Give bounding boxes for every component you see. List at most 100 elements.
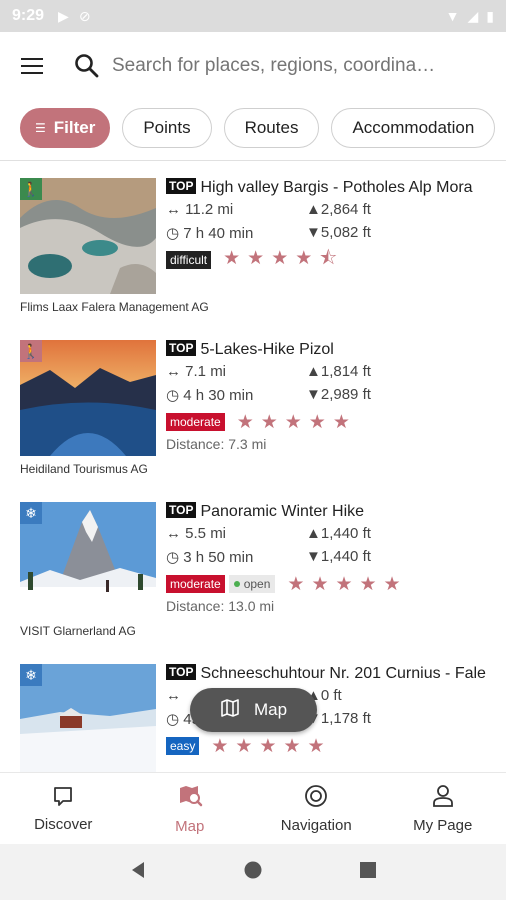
status-time: 9:29 <box>12 7 45 24</box>
home-icon[interactable] <box>243 860 263 885</box>
clock-icon: ◷ <box>166 225 184 242</box>
menu-button[interactable] <box>12 46 52 86</box>
rating-stars: ★★★★★ <box>236 411 357 433</box>
recents-icon[interactable] <box>358 860 378 885</box>
play-icon: ▶ <box>58 7 69 24</box>
open-status-text: open <box>243 577 271 591</box>
chip-routes-label: Routes <box>244 118 299 137</box>
tour-ascent: 1,814 ft <box>320 363 371 380</box>
tour-title-text: Panoramic Winter Hike <box>200 503 365 520</box>
tour-title[interactable]: TOP Panoramic Winter Hike <box>166 502 496 522</box>
nav-map[interactable]: Map <box>127 773 254 844</box>
difficulty-badge: moderate <box>166 575 225 593</box>
organization: Flims Laax Falera Management AG <box>20 300 209 314</box>
difficulty-badge: difficult <box>166 251 212 269</box>
nav-discover-label: Discover <box>34 815 93 833</box>
tour-descent: 5,082 ft <box>320 224 371 241</box>
tour-title[interactable]: TOP 5-Lakes-Hike Pizol <box>166 340 496 360</box>
rating-stars: ★★★★★ <box>287 573 408 595</box>
tour-image: 🚶 <box>20 340 156 456</box>
ascent-icon: ▲ <box>306 525 321 542</box>
map-icon <box>220 698 240 723</box>
tour-title[interactable]: TOP High valley Bargis - Potholes Alp Mor… <box>166 178 496 198</box>
search-bar <box>0 32 506 100</box>
map-button-label: Map <box>253 700 288 719</box>
status-bar: 9:29 ▶ ⊘ ▼ ◢ ▮ <box>0 0 506 32</box>
tour-duration: 4 h 30 min <box>183 387 254 404</box>
tour-title[interactable]: TOP Schneeschuhtour Nr. 201 Curnius - Fal… <box>166 664 496 684</box>
stats-row: ◷ 7 h 40 min ▼5,082 ft <box>166 224 496 247</box>
chip-accommodation[interactable]: Accommodation <box>331 108 496 148</box>
nav-navigation[interactable]: Navigation <box>253 773 380 844</box>
tour-descent: 1,440 ft <box>320 548 371 565</box>
stats-row: ↔ 7.1 mi ▲1,814 ft <box>166 363 496 386</box>
person-icon <box>432 784 454 812</box>
tour-title-text: 5-Lakes-Hike Pizol <box>200 341 334 358</box>
map-button[interactable]: Map <box>190 688 317 732</box>
length-icon: ↔ <box>166 201 186 218</box>
signal-icon: ◢ <box>467 7 479 24</box>
tour-ascent: 2,864 ft <box>320 201 371 218</box>
descent-icon: ▼ <box>306 224 321 241</box>
top-badge: TOP <box>166 178 197 194</box>
tour-info: TOP High valley Bargis - Potholes Alp Mor… <box>166 178 496 272</box>
top-badge: TOP <box>166 340 197 356</box>
length-icon: ↔ <box>166 525 186 542</box>
nav-my-page[interactable]: My Page <box>380 773 506 844</box>
tour-ascent: 1,440 ft <box>320 525 371 542</box>
stats-row: ◷ 4 h 30 min ▼2,989 ft <box>166 386 496 409</box>
snowshoe-icon: ❄ <box>20 664 42 686</box>
tour-descent: 1,178 ft <box>320 710 371 727</box>
tour-list[interactable]: 🚶 TOP High valley Bargis - Potholes Alp M… <box>0 161 506 772</box>
difficulty-badge: moderate <box>166 413 225 431</box>
search-input[interactable] <box>112 55 442 77</box>
clock-icon: ◷ <box>166 549 184 566</box>
filter-button[interactable]: ☰ Filter <box>20 108 111 148</box>
chip-points-label: Points <box>143 118 191 137</box>
tour-ascent: 0 ft <box>320 687 342 704</box>
badges-row: difficult ★★★★⯪ <box>166 248 496 272</box>
winter-hiking-icon: ❄ <box>20 502 42 524</box>
badges-row: moderate open ★★★★★ <box>166 572 496 596</box>
badges-row: easy ★★★★★ <box>166 734 496 758</box>
rating-stars: ★★★★★ <box>211 735 332 757</box>
descent-icon: ▼ <box>306 548 321 565</box>
open-status-badge: open <box>228 575 276 593</box>
wifi-icon: ▼ <box>445 8 460 24</box>
ascent-icon: ▲ <box>306 363 321 380</box>
nav-map-label: Map <box>175 817 205 835</box>
back-icon[interactable] <box>128 860 148 885</box>
stats-row: ◷ 3 h 50 min ▼1,440 ft <box>166 548 496 571</box>
tour-image: ❄ <box>20 502 156 618</box>
hiking-icon: 🚶 <box>20 340 42 362</box>
search-icon[interactable] <box>74 53 100 79</box>
nav-navigation-label: Navigation <box>280 816 352 834</box>
top-badge: TOP <box>166 664 197 680</box>
tour-info: TOP 5-Lakes-Hike Pizol ↔ 7.1 mi ▲1,814 ft… <box>166 340 496 452</box>
list-item[interactable]: 🚶 TOP 5-Lakes-Hike Pizol ↔ 7.1 mi ▲1,814 … <box>0 323 506 485</box>
tour-title-text: Schneeschuhtour Nr. 201 Curnius - Fale <box>200 665 486 682</box>
tour-image: ❄ <box>20 664 156 772</box>
list-item[interactable]: ❄ TOP Panoramic Winter Hike ↔ 5.5 mi ▲1,4… <box>0 485 506 647</box>
chip-points[interactable]: Points <box>122 108 212 148</box>
nav-discover[interactable]: Discover <box>0 773 127 844</box>
length-icon: ↔ <box>166 687 181 704</box>
filter-icon: ☰ <box>35 121 46 135</box>
top-badge: TOP <box>166 502 197 518</box>
battery-icon: ▮ <box>486 7 494 24</box>
filter-label: Filter <box>53 118 96 137</box>
bottom-nav: Discover Map Navigation My Page <box>0 772 506 844</box>
tour-descent: 2,989 ft <box>320 386 371 403</box>
chat-bubble-icon <box>52 785 74 811</box>
chip-routes[interactable]: Routes <box>223 108 320 148</box>
tour-info: TOP Panoramic Winter Hike ↔ 5.5 mi ▲1,440… <box>166 502 496 614</box>
list-item[interactable]: 🚶 TOP High valley Bargis - Potholes Alp M… <box>0 161 506 323</box>
filter-chips: ☰ Filter Points Routes Accommodation <box>20 108 506 148</box>
ascent-icon: ▲ <box>306 201 321 218</box>
descent-icon: ▼ <box>306 386 321 403</box>
tour-length: 11.2 mi <box>185 201 234 218</box>
tour-image: 🚶 <box>20 178 156 294</box>
tour-duration: 3 h 50 min <box>183 549 254 566</box>
organization: Heidiland Tourismus AG <box>20 462 148 476</box>
distance-away: Distance: 13.0 mi <box>166 598 275 614</box>
